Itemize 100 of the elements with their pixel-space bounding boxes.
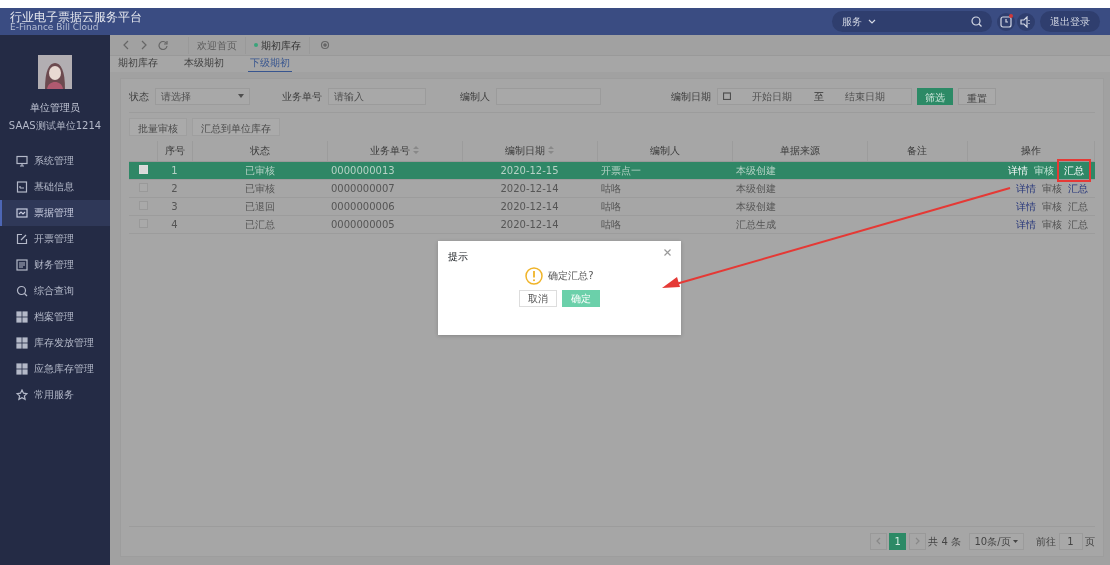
refresh-icon[interactable] xyxy=(158,40,168,50)
star-icon xyxy=(16,388,28,401)
caret-icon xyxy=(238,94,244,98)
action-link[interactable]: 详情 xyxy=(1012,216,1039,232)
prev-page-button[interactable] xyxy=(869,533,887,550)
logout-button[interactable]: 退出登录 xyxy=(1040,11,1100,32)
sort-icon[interactable] xyxy=(413,146,419,154)
table-cell: 已退回 xyxy=(244,200,275,212)
number-field[interactable]: 请输入 xyxy=(328,87,426,105)
table-cell: 本级创建 xyxy=(736,200,776,212)
filter-label: 业务单号 xyxy=(282,89,322,104)
column-header: 编制人 xyxy=(649,145,680,156)
sub-tab[interactable]: 下级期初 xyxy=(248,55,292,72)
filter-label: 编制日期 xyxy=(671,89,711,104)
card-icon xyxy=(16,206,28,219)
action-link[interactable]: 汇总 xyxy=(1060,162,1087,178)
column-header: 单据来源 xyxy=(779,145,820,156)
column-header: 备注 xyxy=(907,145,927,156)
calendar-icon xyxy=(723,92,731,100)
table-cell: 0000000005 xyxy=(331,218,395,230)
column-header: 操作 xyxy=(1020,145,1041,156)
sidebar-item[interactable]: 开票管理 xyxy=(0,225,110,252)
sidebar-item[interactable]: 票据管理 xyxy=(0,199,110,226)
search-icon[interactable] xyxy=(970,16,982,27)
ledger-icon xyxy=(16,258,28,271)
page-tab[interactable]: 期初库存 xyxy=(246,36,310,54)
table-cell: 本级创建 xyxy=(736,164,776,176)
chevron-left-icon xyxy=(875,537,881,545)
table-cell: 已审核 xyxy=(244,182,275,194)
search-icon xyxy=(16,284,28,297)
sidebar-item[interactable]: 基础信息 xyxy=(0,173,110,200)
total-count: 共 4 条 xyxy=(928,535,961,549)
goto-label: 前往 xyxy=(1036,535,1056,549)
sub-tab[interactable]: 本级期初 xyxy=(182,55,226,72)
warning-icon xyxy=(525,266,544,285)
caret-icon xyxy=(1012,540,1018,543)
speaker-icon[interactable] xyxy=(1020,15,1032,28)
action-link[interactable]: 汇总 xyxy=(1064,180,1091,196)
dialog-title: 提示 xyxy=(448,250,468,264)
filter-label: 状态 xyxy=(129,89,149,104)
next-page-button[interactable] xyxy=(908,533,926,550)
action-link[interactable]: 详情 xyxy=(1004,162,1031,178)
table-cell: 2020-12-14 xyxy=(500,182,559,194)
sidebar-item[interactable]: 应急库存管理 xyxy=(0,355,110,382)
edit-icon xyxy=(16,232,28,245)
sidebar-item[interactable]: 常用服务 xyxy=(0,381,110,408)
filter-label: 编制人 xyxy=(460,89,490,104)
table-cell: 3 xyxy=(171,200,178,212)
service-dropdown[interactable]: 服务 xyxy=(841,14,876,29)
sidebar-item[interactable]: 库存发放管理 xyxy=(0,329,110,356)
table-cell: 本级创建 xyxy=(736,182,776,194)
grid-icon xyxy=(16,310,28,323)
table-cell: 已审核 xyxy=(244,164,275,176)
column-header: 编制日期 xyxy=(505,145,545,156)
forward-icon[interactable] xyxy=(140,40,148,50)
sidebar-item[interactable]: 档案管理 xyxy=(0,303,110,330)
date-range-field[interactable]: 开始日期 至 结束日期 xyxy=(717,87,912,105)
action-link[interactable]: 详情 xyxy=(1012,180,1039,196)
sidebar-item[interactable]: 财务管理 xyxy=(0,251,110,278)
chevron-right-icon xyxy=(914,537,920,545)
back-icon[interactable] xyxy=(122,40,130,50)
page-button[interactable]: 1 xyxy=(889,533,907,550)
sidebar-item[interactable]: 系统管理 xyxy=(0,147,110,174)
app-title: 行业电子票据云服务平台 xyxy=(10,11,142,23)
table-cell: 汇总生成 xyxy=(736,218,776,230)
grid-icon xyxy=(16,336,28,349)
grid-icon xyxy=(16,362,28,375)
avatar-placeholder xyxy=(38,55,72,89)
table-cell: 0000000006 xyxy=(331,200,395,212)
page-tab[interactable]: 欢迎首页 xyxy=(188,36,246,54)
chevron-down-icon xyxy=(867,18,876,25)
monitor-icon xyxy=(16,154,28,167)
table-cell: 2020-12-14 xyxy=(500,200,559,212)
clock-icon[interactable] xyxy=(999,15,1012,28)
table-cell: 2 xyxy=(171,182,178,194)
table-cell: 咕咯 xyxy=(601,182,621,194)
table-cell: 4 xyxy=(171,218,178,230)
sidebar-item[interactable]: 综合查询 xyxy=(0,277,110,304)
table-cell: 咕咯 xyxy=(601,200,621,212)
cancel-button[interactable]: 取消 xyxy=(519,289,557,307)
sub-tab[interactable]: 期初库存 xyxy=(116,55,160,72)
page-unit: 页 xyxy=(1085,535,1095,549)
table-cell: 0000000007 xyxy=(331,182,395,194)
user-org: SAAS测试单位1214 xyxy=(7,118,103,133)
table-cell: 2020-12-15 xyxy=(500,164,559,176)
column-header: 状态 xyxy=(249,145,270,156)
table-cell: 已汇总 xyxy=(244,218,275,230)
page-size-select[interactable]: 10条/页 xyxy=(968,533,1024,550)
filter-button[interactable]: 筛选 xyxy=(917,87,953,105)
table-cell: 0000000013 xyxy=(331,164,395,176)
status-select[interactable]: 请选择 xyxy=(155,87,250,105)
user-name[interactable]: 单位管理员 xyxy=(0,100,110,115)
sort-icon[interactable] xyxy=(548,146,554,154)
table-cell: 咕咯 xyxy=(601,218,621,230)
action-link[interactable]: 详情 xyxy=(1012,198,1039,214)
document-icon xyxy=(16,180,28,193)
goto-page-field[interactable]: 1 xyxy=(1058,533,1083,550)
reset-button[interactable]: 重置 xyxy=(958,87,996,105)
column-header: 序号 xyxy=(164,145,185,156)
dialog-message: 确定汇总? xyxy=(548,269,594,283)
